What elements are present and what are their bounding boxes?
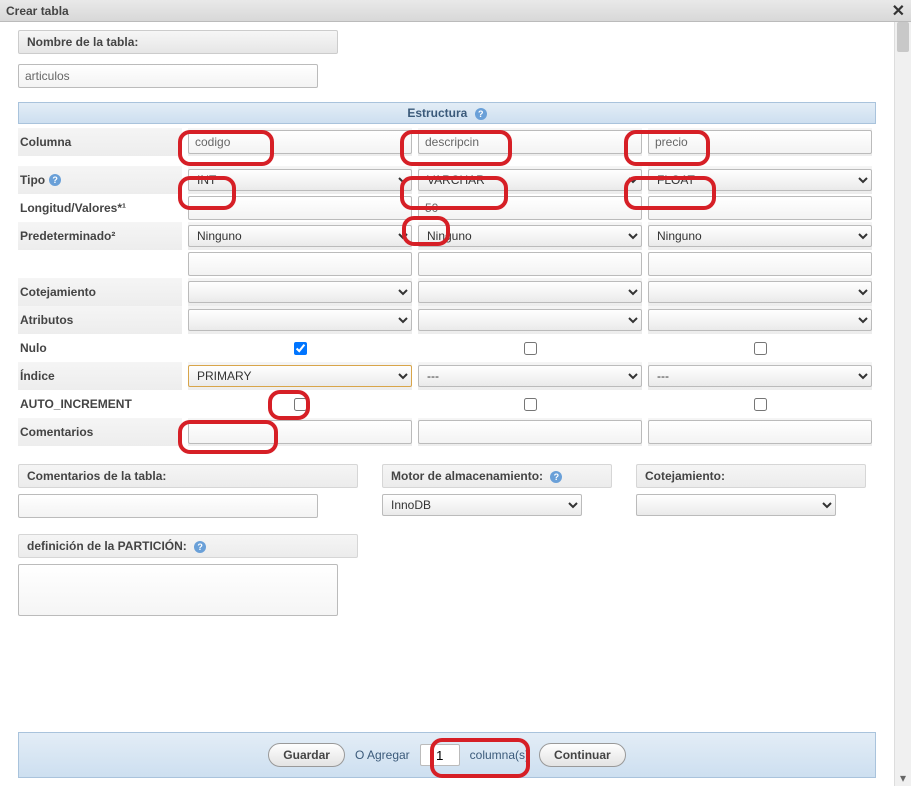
save-button[interactable]: Guardar: [268, 743, 345, 767]
row-label-index: Índice: [18, 362, 182, 390]
footer-bar: Guardar O Agregar columna(s) Continuar: [18, 732, 876, 778]
label-longitud: Longitud/Valores*¹: [20, 201, 126, 215]
partition-textarea[interactable]: [18, 564, 338, 616]
column-autoinc-2[interactable]: [754, 398, 767, 411]
collation-select[interactable]: [636, 494, 836, 516]
label-columna: Columna: [20, 135, 71, 149]
column-collation-2[interactable]: [648, 281, 872, 303]
close-icon[interactable]: ✕: [892, 0, 905, 21]
column-default-0[interactable]: Ninguno: [188, 225, 412, 247]
or-label: O Agregar: [355, 748, 410, 762]
row-label-null: Nulo: [18, 334, 182, 362]
column-collation-0[interactable]: [188, 281, 412, 303]
partition-label: definición de la PARTICIÓN: ?: [18, 534, 358, 558]
help-icon[interactable]: ?: [194, 541, 206, 553]
label-tipo: Tipo: [20, 173, 45, 187]
table-comments-label-text: Comentarios de la tabla:: [27, 469, 166, 483]
table-comments-input[interactable]: [18, 494, 318, 518]
column-name-2[interactable]: [648, 130, 872, 154]
table-name-label-text: Nombre de la tabla:: [27, 35, 138, 49]
column-default-1[interactable]: Ninguno: [418, 225, 642, 247]
column-autoinc-1[interactable]: [524, 398, 537, 411]
column-length-0[interactable]: [188, 196, 412, 220]
row-label-attr: Atributos: [18, 306, 182, 334]
column-default-2[interactable]: Ninguno: [648, 225, 872, 247]
scroll-thumb[interactable]: [897, 22, 909, 52]
row-label-autoinc: AUTO_INCREMENT: [18, 390, 182, 418]
table-comments-label: Comentarios de la tabla:: [18, 464, 358, 488]
column-collation-1[interactable]: [418, 281, 642, 303]
column-attr-0[interactable]: [188, 309, 412, 331]
table-name-label: Nombre de la tabla:: [18, 30, 338, 54]
column-autoinc-0[interactable]: [294, 398, 307, 411]
column-attr-1[interactable]: [418, 309, 642, 331]
collation-label-text: Cotejamiento:: [645, 469, 725, 483]
column-index-0[interactable]: PRIMARY: [188, 365, 412, 387]
column-type-1[interactable]: VARCHAR: [418, 169, 642, 191]
partition-label-text: definición de la PARTICIÓN:: [27, 539, 187, 553]
column-index-1[interactable]: ---: [418, 365, 642, 387]
vertical-scrollbar[interactable]: ▴ ▾: [894, 22, 911, 786]
continue-button[interactable]: Continuar: [539, 743, 626, 767]
label-nulo: Nulo: [20, 341, 47, 355]
help-icon[interactable]: ?: [550, 471, 562, 483]
row-label-type: Tipo?: [18, 166, 182, 194]
label-predet: Predeterminado²: [20, 229, 115, 243]
column-type-2[interactable]: FLOAT: [648, 169, 872, 191]
column-comment-2[interactable]: [648, 420, 872, 444]
label-coment: Comentarios: [20, 425, 93, 439]
dialog-title: Crear tabla: [6, 4, 69, 18]
column-type-0[interactable]: INT: [188, 169, 412, 191]
column-null-0[interactable]: [294, 342, 307, 355]
label-indice: Índice: [20, 369, 55, 383]
label-cotej: Cotejamiento: [20, 285, 96, 299]
dialog-titlebar: Crear tabla ✕: [0, 0, 911, 22]
column-name-0[interactable]: [188, 130, 412, 154]
label-atrib: Atributos: [20, 313, 73, 327]
column-comment-0[interactable]: [188, 420, 412, 444]
structure-header-text: Estructura: [407, 106, 467, 120]
row-label-collation: Cotejamiento: [18, 278, 182, 306]
column-comment-1[interactable]: [418, 420, 642, 444]
storage-label-text: Motor de almacenamiento:: [391, 469, 543, 483]
column-default-txt-1[interactable]: [418, 252, 642, 276]
storage-engine-select[interactable]: InnoDB: [382, 494, 582, 516]
column-null-1[interactable]: [524, 342, 537, 355]
help-icon[interactable]: ?: [49, 174, 61, 186]
row-label-comments: Comentarios: [18, 418, 182, 446]
columns-word: columna(s): [470, 748, 529, 762]
column-length-2[interactable]: [648, 196, 872, 220]
add-columns-count[interactable]: [420, 744, 460, 766]
structure-header: Estructura ?: [18, 102, 876, 124]
column-default-txt-0[interactable]: [188, 252, 412, 276]
collation-label: Cotejamiento:: [636, 464, 866, 488]
help-icon[interactable]: ?: [475, 108, 487, 120]
row-label-column: Columna: [18, 128, 182, 156]
row-label-length: Longitud/Valores*¹: [18, 194, 182, 222]
row-label-default: Predeterminado²: [18, 222, 182, 250]
column-index-2[interactable]: ---: [648, 365, 872, 387]
column-default-txt-2[interactable]: [648, 252, 872, 276]
table-name-input[interactable]: [18, 64, 318, 88]
column-null-2[interactable]: [754, 342, 767, 355]
column-name-1[interactable]: [418, 130, 642, 154]
column-length-1[interactable]: [418, 196, 642, 220]
column-attr-2[interactable]: [648, 309, 872, 331]
storage-engine-label: Motor de almacenamiento: ?: [382, 464, 612, 488]
label-autoinc: AUTO_INCREMENT: [20, 397, 132, 411]
scroll-down-icon[interactable]: ▾: [895, 769, 911, 786]
